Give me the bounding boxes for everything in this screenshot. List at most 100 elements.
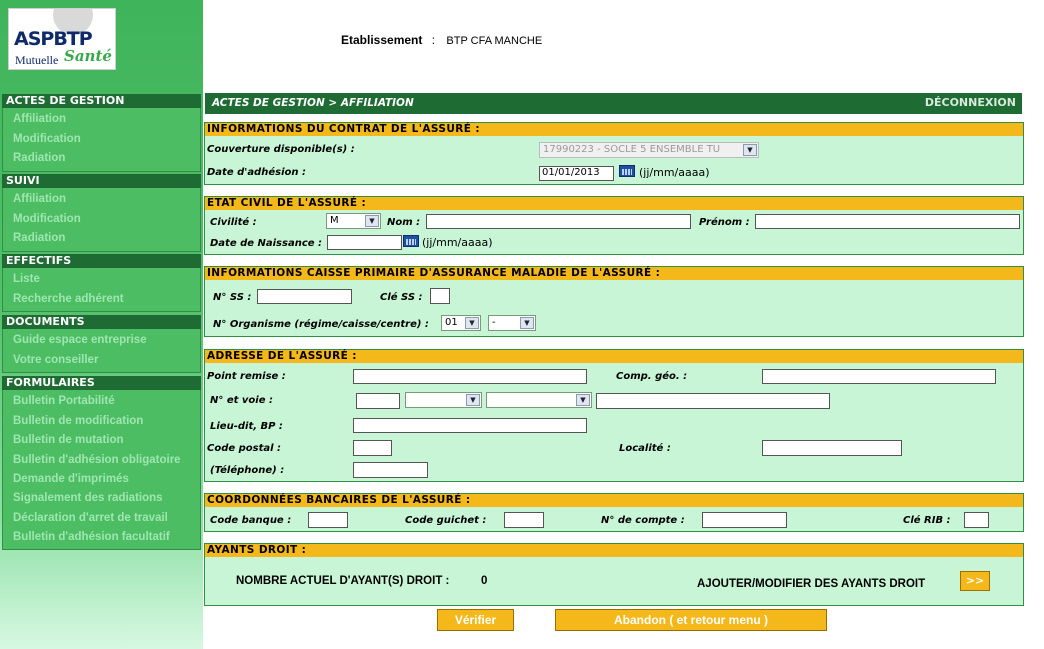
menu-actes-de-gestion: ACTES DE GESTION Affiliation Modificatio… bbox=[2, 94, 201, 172]
cle-rib-label: Clé RIB : bbox=[903, 515, 951, 526]
chevron-down-icon: ▼ bbox=[365, 215, 379, 227]
regime-select[interactable]: 01 ▼ bbox=[441, 315, 481, 331]
calendar-icon[interactable] bbox=[619, 165, 635, 177]
localite-label: Localité : bbox=[619, 443, 671, 454]
prenom-input[interactable] bbox=[755, 214, 1020, 229]
voie-libelle-input[interactable] bbox=[596, 393, 830, 409]
prenom-label: Prénom : bbox=[699, 217, 750, 228]
civilite-label: Civilité : bbox=[210, 217, 257, 228]
menu-item-suivi-affiliation[interactable]: Affiliation bbox=[3, 190, 200, 210]
logo-sante: Santé bbox=[64, 47, 112, 65]
cle-rib-input[interactable] bbox=[964, 512, 989, 528]
section-etat-civil: ETAT CIVIL DE L'ASSURÉ : Civilité : M ▼ … bbox=[204, 196, 1024, 255]
date-naissance-label: Date de Naissance : bbox=[210, 238, 323, 249]
section-title: COORDONNÉES BANCAIRES DE L'ASSURÉ : bbox=[205, 494, 1023, 507]
menu-item-bulletin-adhesion-facultatif[interactable]: Bulletin d'adhésion facultatif bbox=[3, 528, 200, 547]
caisse-value: - bbox=[492, 317, 496, 328]
section-title: INFORMATIONS CAISSE PRIMAIRE D'ASSURANCE… bbox=[205, 267, 1023, 280]
comp-geo-input[interactable] bbox=[762, 369, 996, 384]
etablissement-info: Etablissement : BTP CFA MANCHE bbox=[341, 33, 542, 47]
point-remise-label: Point remise : bbox=[207, 371, 286, 382]
localite-input[interactable] bbox=[762, 440, 902, 456]
section-ayants-droit: AYANTS DROIT : NOMBRE ACTUEL D'AYANT(S) … bbox=[204, 543, 1024, 606]
section-title: AYANTS DROIT : bbox=[205, 544, 1023, 557]
menu-item-radiation[interactable]: Radiation bbox=[3, 149, 200, 169]
menu-item-declaration-arret[interactable]: Déclaration d'arret de travail bbox=[3, 509, 200, 528]
menu-item-suivi-modification[interactable]: Modification bbox=[3, 210, 200, 230]
couverture-select[interactable]: 17990223 - SOCLE 5 ENSEMBLE TU ▼ bbox=[539, 142, 759, 158]
logo-mutuelle: Mutuelle bbox=[15, 53, 59, 67]
menu-item-liste[interactable]: Liste bbox=[3, 270, 200, 290]
code-banque-input[interactable] bbox=[308, 512, 348, 528]
etablissement-label: Etablissement bbox=[341, 33, 423, 47]
cle-ss-input[interactable] bbox=[430, 288, 450, 304]
menu-item-conseiller[interactable]: Votre conseiller bbox=[3, 351, 200, 371]
date-naissance-input[interactable] bbox=[327, 235, 402, 250]
section-title: ETAT CIVIL DE L'ASSURÉ : bbox=[205, 197, 1023, 210]
section-title: INFORMATIONS DU CONTRAT DE L'ASSURÉ : bbox=[205, 123, 1023, 136]
voie-numero-input[interactable] bbox=[356, 393, 400, 409]
calendar-icon[interactable] bbox=[403, 235, 419, 247]
menu-item-bulletin-portabilite[interactable]: Bulletin Portabilité bbox=[3, 392, 200, 412]
menu-header: DOCUMENTS bbox=[2, 315, 201, 329]
chevron-down-icon: ▼ bbox=[576, 394, 590, 406]
voie-indice-select[interactable]: ▼ bbox=[405, 392, 482, 408]
etablissement-value: BTP CFA MANCHE bbox=[446, 35, 543, 47]
menu-item-modification[interactable]: Modification bbox=[3, 130, 200, 150]
civilite-select[interactable]: M ▼ bbox=[326, 213, 381, 229]
nss-label: N° SS : bbox=[213, 292, 252, 303]
section-cpam: INFORMATIONS CAISSE PRIMAIRE D'ASSURANCE… bbox=[204, 266, 1024, 337]
caisse-select[interactable]: - ▼ bbox=[488, 315, 536, 331]
breadcrumb-bar: ACTES DE GESTION > AFFILIATION DÉCONNEXI… bbox=[205, 93, 1022, 114]
menu-effectifs: EFFECTIFS Liste Recherche adhérent bbox=[2, 254, 201, 312]
verify-button[interactable]: Vérifier bbox=[437, 609, 514, 631]
section-bancaire: COORDONNÉES BANCAIRES DE L'ASSURÉ : Code… bbox=[204, 493, 1024, 532]
chevron-down-icon: ▼ bbox=[466, 394, 480, 406]
menu-item-affiliation[interactable]: Affiliation bbox=[3, 110, 200, 130]
menu-item-suivi-radiation[interactable]: Radiation bbox=[3, 229, 200, 249]
date-naissance-hint: (jj/mm/aaaa) bbox=[422, 236, 493, 249]
telephone-label: (Téléphone) : bbox=[210, 465, 285, 476]
menu-header: FORMULAIRES bbox=[2, 376, 201, 390]
regime-value: 01 bbox=[445, 317, 458, 328]
menu-item-recherche-adherent[interactable]: Recherche adhérent bbox=[3, 290, 200, 310]
section-contrat: INFORMATIONS DU CONTRAT DE L'ASSURÉ : Co… bbox=[204, 122, 1024, 185]
add-ayants-button[interactable]: >> bbox=[960, 571, 990, 591]
breadcrumb: ACTES DE GESTION > AFFILIATION bbox=[212, 97, 414, 109]
menu-item-guide[interactable]: Guide espace entreprise bbox=[3, 331, 200, 351]
menu-item-signalement-radiations[interactable]: Signalement des radiations bbox=[3, 489, 200, 509]
comp-geo-label: Comp. géo. : bbox=[616, 371, 688, 382]
abandon-button[interactable]: Abandon ( et retour menu ) bbox=[555, 609, 827, 631]
voie-type-select[interactable]: ▼ bbox=[486, 392, 592, 408]
menu-item-bulletin-modification[interactable]: Bulletin de modification bbox=[3, 412, 200, 432]
code-guichet-label: Code guichet : bbox=[405, 515, 487, 526]
menu-item-bulletin-mutation[interactable]: Bulletin de mutation bbox=[3, 431, 200, 451]
chevron-down-icon: ▼ bbox=[465, 317, 479, 329]
chevron-down-icon: ▼ bbox=[520, 317, 534, 329]
menu-formulaires: FORMULAIRES Bulletin Portabilité Bulleti… bbox=[2, 376, 201, 550]
nom-label: Nom : bbox=[387, 217, 421, 228]
telephone-input[interactable] bbox=[353, 462, 428, 478]
numero-compte-label: N° de compte : bbox=[601, 515, 685, 526]
couverture-label: Couverture disponible(s) : bbox=[207, 144, 355, 155]
section-title: ADRESSE DE L'ASSURÉ : bbox=[205, 350, 1023, 363]
lieu-dit-label: Lieu-dit, BP : bbox=[210, 421, 283, 432]
menu-item-bulletin-adhesion-obligatoire[interactable]: Bulletin d'adhésion obligatoire bbox=[3, 451, 200, 470]
code-postal-input[interactable] bbox=[353, 440, 392, 456]
code-guichet-input[interactable] bbox=[504, 512, 544, 528]
add-ayants-label: AJOUTER/MODIFIER DES AYANTS DROIT bbox=[697, 578, 926, 590]
couverture-value: 17990223 - SOCLE 5 ENSEMBLE TU bbox=[543, 144, 721, 155]
nom-input[interactable] bbox=[426, 214, 691, 229]
lieu-dit-input[interactable] bbox=[353, 418, 587, 433]
nss-input[interactable] bbox=[257, 289, 352, 304]
menu-header: SUIVI bbox=[2, 174, 201, 188]
date-adhesion-input[interactable]: 01/01/2013 bbox=[539, 166, 614, 181]
menu-item-demande-imprimes[interactable]: Demande d'imprimés bbox=[3, 470, 200, 490]
aspbtp-logo[interactable]: ASPBTP Mutuelle Santé bbox=[8, 8, 116, 70]
cle-ss-label: Clé SS : bbox=[380, 292, 423, 303]
numero-compte-input[interactable] bbox=[702, 512, 787, 528]
point-remise-input[interactable] bbox=[353, 369, 587, 384]
ayants-count-value: 0 bbox=[481, 575, 488, 587]
logout-link[interactable]: DÉCONNEXION bbox=[925, 96, 1016, 109]
ayants-count-label: NOMBRE ACTUEL D'AYANT(S) DROIT : bbox=[236, 575, 450, 587]
